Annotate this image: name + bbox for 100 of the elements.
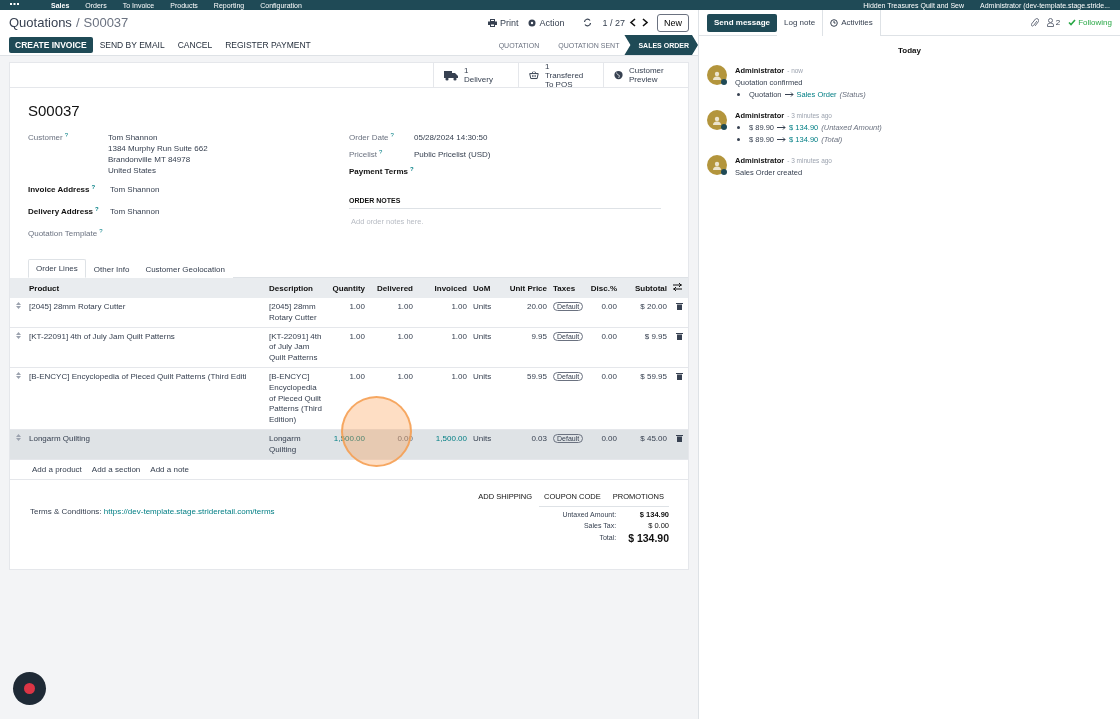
refresh-icon[interactable] — [583, 18, 593, 27]
date-divider: Today — [898, 46, 921, 55]
action-button[interactable]: CANCEL — [171, 37, 219, 53]
table-cell: [2045] 28mm Rotary Cutter — [269, 302, 317, 322]
add-link[interactable]: Add a product — [32, 464, 82, 474]
next-icon[interactable] — [641, 18, 649, 27]
table-cell: 9.95 — [531, 331, 547, 341]
table-cell: 1.00 — [397, 372, 413, 381]
field-value: Brandonville MT 84978 — [108, 154, 192, 165]
table-cell: 1.00 — [451, 372, 467, 381]
field-value: Tom Shannon — [110, 206, 160, 217]
table-cell: 1.00 — [397, 331, 413, 341]
table-cell: 0.00 — [601, 433, 617, 443]
table-cell: $ 9.95 — [644, 331, 667, 341]
table-cell: 1.00 — [349, 372, 365, 381]
trash-icon[interactable] — [675, 433, 683, 442]
clock-icon — [830, 18, 839, 27]
drag-handle-icon[interactable] — [15, 302, 21, 309]
trash-icon[interactable] — [675, 372, 683, 380]
apps-menu-icon[interactable] — [10, 2, 19, 8]
table-cell: 1.00 — [349, 331, 365, 341]
add-link[interactable]: Add a note — [150, 464, 189, 474]
table-cell: [B-ENCYC] Encyclopedia of Pieced Quilt Patterns (Third Editi — [29, 372, 247, 381]
table-cell: 0.00 — [601, 331, 617, 341]
table-cell: 1.00 — [451, 302, 467, 311]
field-value: Tom Shannon — [110, 184, 160, 195]
table-cell: 1,500.00 — [333, 433, 365, 443]
trash-icon[interactable] — [675, 302, 683, 310]
drag-handle-icon[interactable] — [15, 433, 21, 441]
terms-text: Terms & Conditions: https://dev-template.stage.strideretail.com/terms — [30, 506, 276, 516]
table-cell: $ 59.95 — [640, 372, 667, 381]
action-button[interactable]: REGISTER PAYMENT — [219, 37, 317, 53]
record-name: S00037 — [83, 15, 129, 30]
table-cell: [B-ENCYC] Encyclopedia of Pieced Quilt Patterns (Third Edition) — [269, 372, 322, 425]
add-link[interactable]: Add a section — [91, 464, 141, 474]
field-value: 1384 Murphy Run Suite 662 — [108, 143, 208, 154]
total-value: $ 134.90 — [628, 531, 669, 544]
table-cell: 0.03 — [531, 433, 547, 443]
field-value: Tom Shannon — [108, 132, 159, 143]
avatar — [707, 155, 727, 175]
column-settings-icon[interactable] — [673, 283, 682, 291]
previous-icon[interactable] — [629, 18, 637, 27]
column-header: Taxes — [552, 283, 577, 293]
chatter-tab[interactable]: Send message — [707, 13, 778, 32]
column-header: Product — [28, 283, 61, 293]
tab[interactable]: Order Lines — [28, 259, 86, 278]
terms-link[interactable]: https://dev-template.stage.strideretail.com/terms — [103, 506, 275, 516]
table-cell: 20.00 — [526, 302, 547, 311]
field-value: Public Pricelist (USD) — [414, 149, 491, 160]
chatter-tab[interactable]: Log note — [777, 9, 824, 36]
table-cell: Longarm Quilting — [29, 433, 90, 443]
table-cell: Units — [473, 331, 492, 341]
table-cell: Units — [473, 433, 492, 443]
arrow-icon — [777, 137, 787, 142]
avatar — [707, 110, 727, 130]
table-cell: Longarm Quilting — [269, 433, 301, 454]
breadcrumb-link[interactable]: Quotations — [9, 15, 72, 30]
record-dot-icon — [24, 683, 35, 694]
table-cell: 0.00 — [601, 372, 617, 381]
drag-handle-icon[interactable] — [15, 372, 21, 379]
arrow-icon — [784, 92, 794, 97]
trash-icon[interactable] — [675, 331, 683, 340]
action-button[interactable]: CREATE INVOICE — [9, 37, 93, 53]
column-header: Unit Price — [508, 283, 548, 293]
truck-icon — [444, 69, 458, 81]
arrow-icon — [777, 125, 787, 130]
chatter-tab[interactable]: Activities — [823, 9, 881, 36]
column-header: Subtotal — [634, 283, 668, 293]
avatar — [707, 65, 727, 85]
record-title: S00037 — [28, 102, 81, 120]
action-button[interactable]: SEND BY EMAIL — [93, 37, 171, 53]
record-button[interactable] — [13, 672, 46, 705]
followers-button[interactable]: 2 — [1046, 18, 1061, 27]
drag-handle-icon[interactable] — [15, 331, 21, 339]
table-cell: 1,500.00 — [435, 433, 467, 443]
table-cell: [2045] 28mm Rotary Cutter — [29, 302, 126, 311]
table-cell: 1.00 — [451, 331, 467, 341]
table-cell: [KT-22091] 4th of July Jam Quilt Patterns — [29, 331, 175, 341]
globe-icon — [614, 69, 623, 81]
table-cell: [KT-22091] 4th of July Jam Quilt Patterns — [269, 331, 322, 363]
table-cell: 0.00 — [601, 302, 617, 311]
column-header: Delivered — [375, 283, 414, 293]
column-header: Invoiced — [433, 283, 468, 293]
column-header: UoM — [472, 283, 492, 293]
paperclip-icon[interactable] — [1030, 17, 1039, 28]
breadcrumb-separator: / — [75, 15, 80, 30]
print-button[interactable]: Print — [482, 17, 524, 28]
table-cell: $ 20.00 — [640, 302, 667, 311]
table-cell: Units — [473, 302, 492, 311]
new-button[interactable]: New — [657, 13, 689, 32]
table-cell: Units — [473, 372, 492, 381]
action-button[interactable]: Action — [523, 17, 570, 28]
basket-icon — [529, 69, 539, 81]
table-cell: 1.00 — [349, 302, 365, 311]
table-cell: $ 45.00 — [640, 433, 667, 443]
pager-value: 1 / 27 — [602, 17, 625, 28]
table-cell: 59.95 — [526, 372, 547, 381]
check-icon — [1068, 19, 1077, 26]
field-value: 05/28/2024 14:30:50 — [414, 132, 488, 143]
table-cell: 1.00 — [397, 302, 413, 311]
